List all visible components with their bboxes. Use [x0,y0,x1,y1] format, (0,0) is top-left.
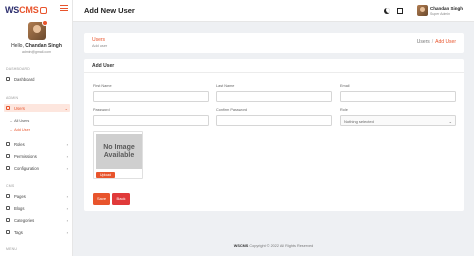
page-title: Add New User [84,6,135,15]
save-button[interactable]: Save [93,193,110,205]
logo-text-1: WS [5,5,20,15]
footer-text: Copyright © 2022 All Rights Reserved [249,244,314,248]
chevron-right-icon: › [66,153,68,159]
profile-image-box: No Image Available Upload [93,131,143,179]
fullscreen-icon[interactable] [397,8,403,14]
back-button[interactable]: Back [112,193,130,205]
password-label: Password [93,108,110,112]
menu-toggle-icon[interactable] [60,5,68,11]
sidebar-item-label: Categories [14,217,35,223]
sidebar-item-label: Tags [14,229,23,235]
no-image-placeholder: No Image Available [96,134,142,169]
section-subtitle: Add user [92,44,108,48]
sidebar-item-label: Users [14,105,25,111]
chevron-right-icon: › [66,193,68,199]
dark-mode-icon[interactable] [384,8,390,14]
topbar-avatar[interactable] [417,5,428,16]
placeholder-line-1: No Image [103,143,135,151]
sidebar-item-label: Pages [14,193,26,199]
nav-section-dashboard: DASHBOARD [6,67,30,71]
chevron-right-icon: › [66,165,68,171]
topbar-user-role: Super Admin [430,12,451,16]
gear-icon [6,166,10,170]
breadcrumb-parent-link[interactable]: Users [417,39,430,45]
confirm-password-label: Confirm Password [216,108,248,112]
users-icon [6,106,10,110]
sidebar: WSCMS Hello, Chandan Singh admin@gmail.c… [0,0,73,256]
last-name-field[interactable] [216,91,332,102]
confirm-password-field[interactable] [216,115,332,126]
pages-icon [6,194,10,198]
nav-section-admin: ADMIN [6,96,19,100]
categories-icon [6,218,10,222]
sidebar-user: Hello, Chandan Singh admin@gmail.com [0,20,73,54]
chevron-down-icon: ⌄ [64,105,68,111]
breadcrumb-card: Users Add user Users / Add User [84,33,464,53]
password-field[interactable] [93,115,209,126]
user-name: Chandan Singh [25,43,62,49]
upload-button[interactable]: Upload [96,172,115,178]
sidebar-item-users[interactable]: Users ⌄ [4,104,70,112]
role-label: Role [340,108,348,112]
user-email: admin@gmail.com [21,50,52,54]
permissions-icon [6,154,10,158]
sidebar-subitem-add-user[interactable]: Add User [10,128,30,132]
email-label: Email [340,84,350,88]
sidebar-item-roles[interactable]: Roles › [4,140,70,148]
chevron-right-icon: › [66,141,68,147]
logo-text-2: CMS [19,5,39,15]
footer: WSCMS Copyright © 2022 All Rights Reserv… [73,244,474,248]
roles-icon [6,142,10,146]
brand-logo[interactable]: WSCMS [5,4,47,16]
form-heading: Add User [84,59,464,73]
chevron-right-icon: › [66,205,68,211]
sidebar-item-label: Permissions [14,153,37,159]
email-field[interactable] [340,91,456,102]
chevron-right-icon: › [66,229,68,235]
topbar-user-name[interactable]: Chandan Singh [430,6,463,11]
topbar: Add New User Chandan Singh Super Admin [73,0,474,22]
breadcrumb: Users / Add User [417,39,456,45]
greeting: Hello, [11,43,24,49]
sidebar-item-dashboard[interactable]: Dashboard [4,75,70,83]
tag-icon [6,230,10,234]
section-title: Users [92,37,106,43]
chevron-down-icon: ⌄ [448,119,452,124]
sidebar-item-categories[interactable]: Categories › [4,216,70,224]
sidebar-item-label: Blogs [14,205,25,211]
role-select-value: Nothing selected [344,119,374,124]
sidebar-subitem-all-users[interactable]: All Users [10,119,29,123]
last-name-label: Last Name [216,84,235,88]
first-name-label: First Name [93,84,112,88]
avatar-edit-icon[interactable] [42,20,48,26]
breadcrumb-current: Add User [435,39,456,45]
sidebar-item-configuration[interactable]: Configuration › [4,164,70,172]
add-user-form: Add User First Name Last Name Email Pass… [84,59,464,211]
chevron-right-icon: › [66,217,68,223]
footer-brand: WSCMS [233,244,249,248]
dashboard-icon [6,77,10,81]
blogs-icon [6,206,10,210]
sidebar-item-tags[interactable]: Tags › [4,228,70,236]
sidebar-item-blogs[interactable]: Blogs › [4,204,70,212]
sidebar-item-permissions[interactable]: Permissions › [4,152,70,160]
sidebar-item-label: Roles [14,141,25,147]
role-select[interactable]: Nothing selected ⌄ [340,115,456,126]
logo-badge-icon [39,6,47,14]
sidebar-item-label: Dashboard [14,76,35,82]
breadcrumb-separator: / [431,39,434,45]
first-name-field[interactable] [93,91,209,102]
nav-section-more: MENU [6,247,18,251]
sidebar-item-label: Configuration [14,165,39,171]
nav-section-cms: CMS [6,184,15,188]
placeholder-line-2: Available [103,151,135,159]
sidebar-item-pages[interactable]: Pages › [4,192,70,200]
